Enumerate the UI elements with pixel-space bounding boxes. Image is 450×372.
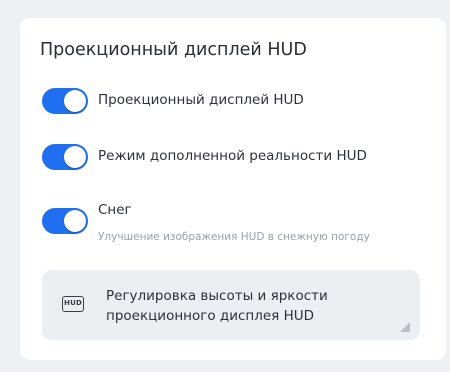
hud-adjust-line1: Регулировка высоты и яркости	[106, 288, 328, 304]
hud-display-toggle[interactable]	[42, 88, 88, 114]
section-title: Проекционный дисплей HUD	[40, 40, 307, 60]
hud-adjust-label: Регулировка высоты и яркости проекционно…	[106, 286, 396, 326]
snow-mode-toggle[interactable]	[42, 208, 88, 234]
hud-settings-card: Проекционный дисплей HUD Проекционный ди…	[20, 18, 446, 360]
corner-indicator-icon	[400, 322, 410, 332]
hud-display-label: Проекционный дисплей HUD	[98, 92, 304, 108]
hud-height-brightness-button[interactable]: HUD Регулировка высоты и яркости проекци…	[42, 270, 420, 340]
toggle-knob	[64, 210, 86, 232]
toggle-knob	[64, 90, 86, 112]
ar-mode-label: Режим дополненной реальности HUD	[98, 148, 367, 164]
hud-icon: HUD	[62, 296, 84, 312]
ar-mode-toggle[interactable]	[42, 144, 88, 170]
snow-mode-label: Снег	[98, 202, 132, 218]
snow-mode-description: Улучшение изображения HUD в снежную пого…	[98, 231, 370, 243]
toggle-knob	[64, 146, 86, 168]
hud-adjust-line2: проекционного дисплея HUD	[106, 308, 315, 324]
